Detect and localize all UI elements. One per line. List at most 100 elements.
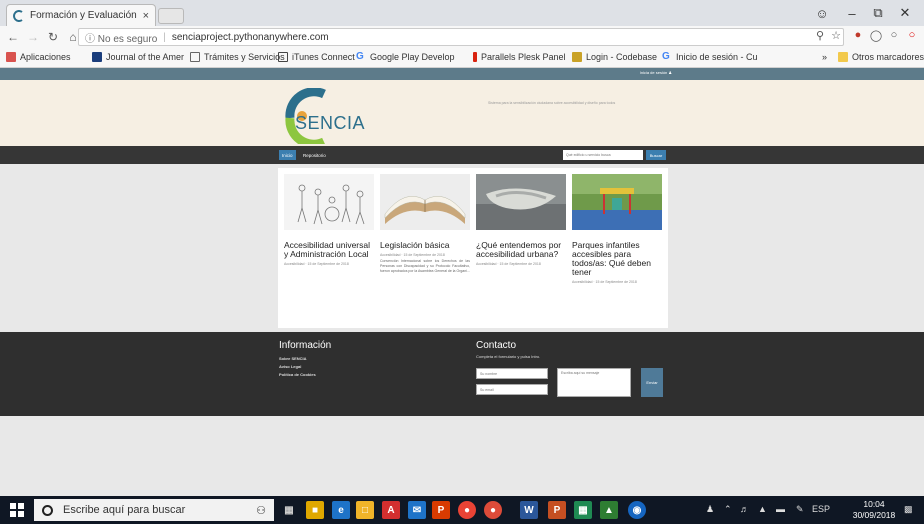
site-top-bar: Inicia de sesión ♟: [0, 68, 924, 80]
card-title[interactable]: Parques infantiles accesibles para todos…: [572, 241, 662, 277]
chrome-icon[interactable]: ●: [458, 501, 476, 519]
card-meta: Accesibilidad · 15 de Septiembre de 2018: [572, 280, 637, 284]
microphone-icon[interactable]: ⚇: [256, 504, 266, 517]
site-favicon-icon: [13, 9, 23, 22]
site-footer: Información Sobre SENCIA Aviso Legal Pol…: [0, 332, 924, 416]
site-search-input[interactable]: [563, 150, 643, 160]
logo-text: SENCIA: [295, 113, 366, 133]
google-icon: G: [662, 51, 670, 62]
contact-message-input[interactable]: [557, 368, 631, 397]
page-icon: [190, 52, 200, 62]
close-window-icon[interactable]: ✕: [893, 2, 917, 24]
article-card[interactable]: Parques infantiles accesibles para todos…: [572, 174, 662, 285]
bookmark-google-play[interactable]: G Google Play Develop: [356, 51, 455, 63]
tab-title: Formación y Evaluación d: [30, 10, 139, 21]
outlook-icon[interactable]: ✉: [408, 501, 426, 519]
bookmark-label: Journal of the Amer: [106, 52, 185, 62]
forward-icon[interactable]: →: [26, 30, 40, 44]
contact-note: Completa el formulario y pulsa Intro.: [476, 354, 541, 359]
task-view-icon[interactable]: ▦: [280, 501, 298, 519]
volume-icon[interactable]: ♬: [740, 504, 749, 514]
taskbar-search[interactable]: Escribe aquí para buscar ⚇: [34, 499, 274, 521]
app-blue-icon[interactable]: ◉: [628, 501, 646, 519]
bookmark-star-icon[interactable]: ☆: [828, 29, 844, 42]
pen-icon[interactable]: ✎: [796, 504, 804, 515]
site-search-button[interactable]: Buscar: [646, 150, 666, 160]
google-icon: G: [356, 51, 364, 62]
bookmark-inicio-sesion[interactable]: G Inicio de sesión - Cu: [662, 51, 758, 63]
extension-shield-icon[interactable]: ◯: [868, 29, 884, 42]
address-separator: |: [163, 31, 166, 43]
bookmark-plesk[interactable]: Parallels Plesk Panel: [473, 52, 566, 62]
chrome-alt-icon[interactable]: ●: [484, 501, 502, 519]
contact-name-input[interactable]: [476, 368, 548, 379]
card-thumbnail-playground[interactable]: [572, 174, 662, 230]
windows-start-icon[interactable]: [10, 503, 24, 517]
nav-repositorio[interactable]: Repositorio: [300, 150, 329, 160]
network-icon[interactable]: ▲: [758, 504, 767, 514]
profile-icon[interactable]: ☺: [810, 2, 834, 24]
bookmark-codebase[interactable]: Login - Codebase: [572, 52, 657, 62]
security-indicator[interactable]: ⓘ No es seguro: [85, 30, 157, 45]
file-explorer-icon[interactable]: □: [356, 501, 374, 519]
browser-tab[interactable]: Formación y Evaluación d ×: [6, 4, 156, 26]
article-card[interactable]: ¿Qué entendemos por accesibilidad urbana…: [476, 174, 566, 267]
back-icon[interactable]: ←: [6, 30, 20, 44]
taskbar-clock[interactable]: 10:04 30/09/2018: [852, 499, 896, 521]
login-label: Inicia de sesión: [639, 70, 668, 75]
apps-grid-icon: [6, 52, 16, 62]
article-card[interactable]: Accesibilidad universal y Administración…: [284, 174, 374, 267]
calendar-icon[interactable]: ▦: [574, 501, 592, 519]
bookmark-apps[interactable]: Aplicaciones: [6, 52, 71, 62]
bookmarks-overflow[interactable]: »: [822, 52, 827, 62]
notifications-icon[interactable]: ▩: [904, 504, 913, 515]
card-title[interactable]: Legislación básica: [380, 241, 470, 250]
zoom-icon[interactable]: ⚲: [812, 29, 828, 42]
journal-icon: [92, 52, 102, 62]
login-link[interactable]: Inicia de sesión ♟: [640, 70, 672, 75]
contact-email-input[interactable]: [476, 384, 548, 395]
codebase-icon: [572, 52, 582, 62]
word-icon[interactable]: W: [520, 501, 538, 519]
footer-link-sobre[interactable]: Sobre SENCIA: [279, 356, 307, 361]
battery-icon[interactable]: ▬: [776, 504, 785, 514]
nav-inicio[interactable]: Inicio: [279, 150, 296, 160]
article-card[interactable]: Legislación básica Accesibilidad · 15 de…: [380, 174, 470, 274]
taskbar-search-placeholder: Escribe aquí para buscar: [63, 504, 186, 516]
bookmark-label: Google Play Develop: [370, 52, 455, 62]
store-icon[interactable]: ■: [306, 501, 324, 519]
card-thumbnail-sketch[interactable]: [284, 174, 374, 230]
minimize-icon[interactable]: –: [840, 2, 864, 24]
site-nav: Inicio Repositorio Buscar: [0, 146, 924, 164]
extension-record-icon[interactable]: ●: [850, 29, 866, 41]
bookmark-label: Aplicaciones: [20, 52, 71, 62]
tab-close-icon[interactable]: ×: [143, 10, 149, 22]
bookmark-itunes[interactable]: iTunes Connect: [278, 52, 355, 62]
tray-chevron-icon[interactable]: ⌃: [724, 504, 732, 515]
bookmark-other[interactable]: Otros marcadores: [838, 52, 924, 62]
people-icon[interactable]: ♟: [706, 504, 714, 515]
card-thumbnail-book[interactable]: [380, 174, 470, 230]
footer-link-aviso[interactable]: Aviso Legal: [279, 364, 301, 369]
language-indicator[interactable]: ESP: [812, 504, 830, 514]
url-text: senciaproject.pythonanywhere.com: [171, 31, 329, 43]
new-tab-button[interactable]: [158, 8, 184, 24]
ppt-file-icon[interactable]: P: [548, 501, 566, 519]
maximize-icon[interactable]: ⧉: [866, 2, 890, 24]
edge-icon[interactable]: e: [332, 501, 350, 519]
card-thumbnail-street[interactable]: [476, 174, 566, 230]
bookmark-journal[interactable]: Journal of the Amer: [92, 52, 184, 62]
acrobat-icon[interactable]: A: [382, 501, 400, 519]
footer-link-cookies[interactable]: Política de Cookies: [279, 372, 316, 377]
bookmark-label: Otros marcadores: [852, 52, 924, 62]
card-title[interactable]: ¿Qué entendemos por accesibilidad urbana…: [476, 241, 566, 259]
photos-icon[interactable]: ▲: [600, 501, 618, 519]
reload-icon[interactable]: ↻: [46, 30, 60, 44]
opera-icon[interactable]: ○: [904, 29, 920, 41]
address-bar[interactable]: ⓘ No es seguro | senciaproject.pythonany…: [78, 28, 844, 46]
contact-send-button[interactable]: Enviar: [641, 368, 663, 397]
extension-circle-icon[interactable]: ○: [886, 29, 902, 41]
bookmark-tramites[interactable]: Trámites y Servicios: [190, 52, 285, 62]
powerpoint-icon[interactable]: P: [432, 501, 450, 519]
card-title[interactable]: Accesibilidad universal y Administración…: [284, 241, 374, 259]
